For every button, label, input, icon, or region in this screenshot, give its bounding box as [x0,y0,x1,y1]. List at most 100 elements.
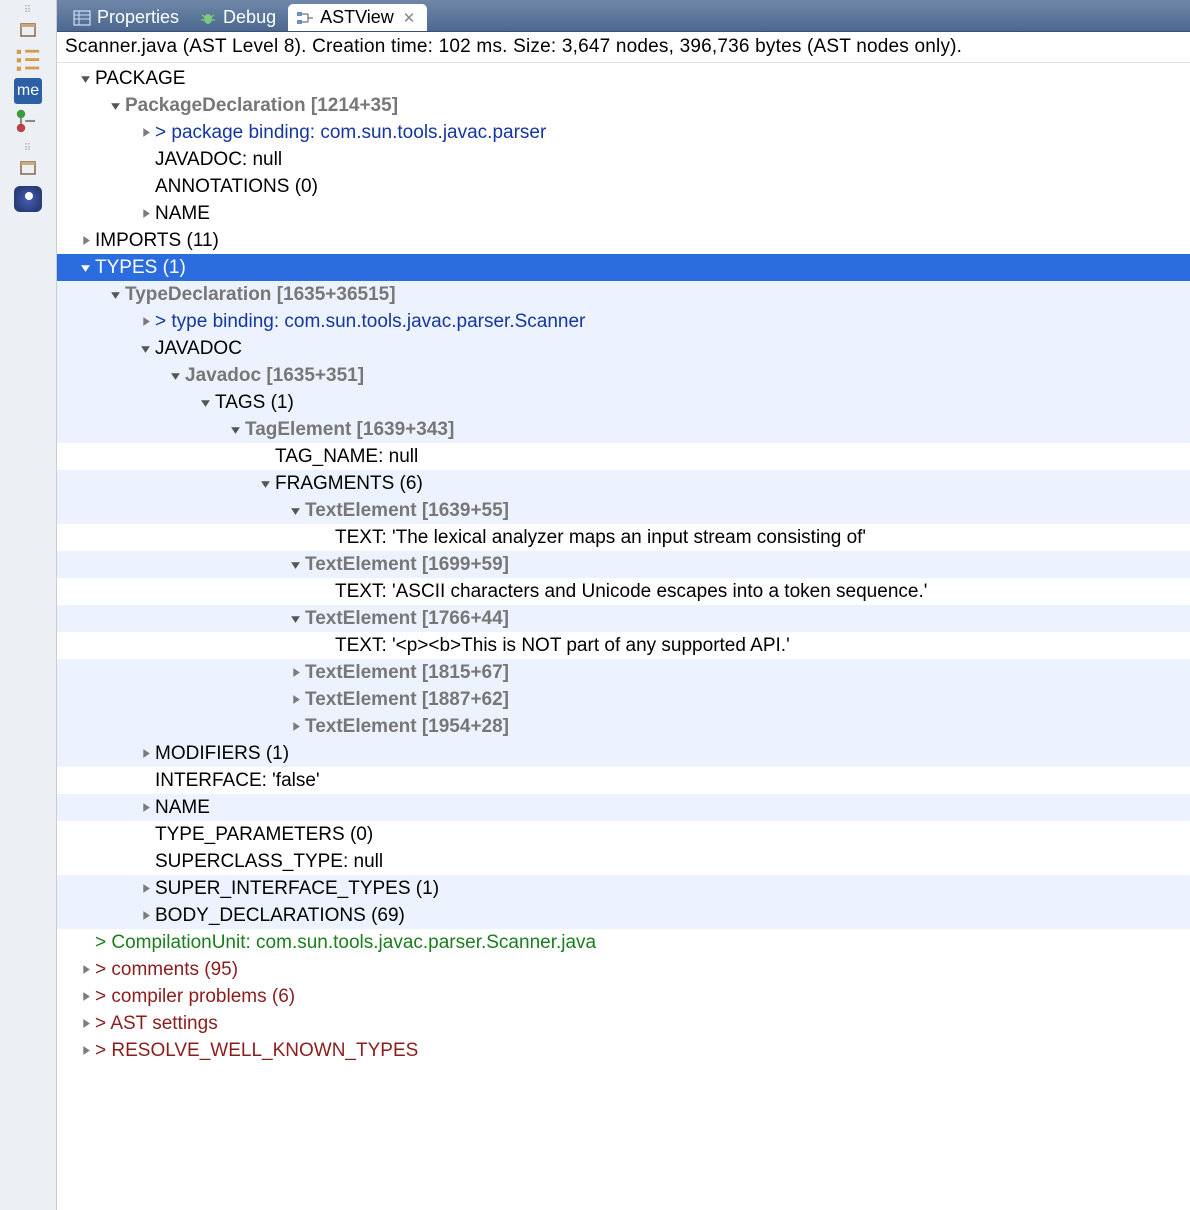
tree-row[interactable]: INTERFACE: 'false' [57,767,1190,794]
expand-icon[interactable] [77,962,93,978]
tree-row[interactable]: TAGS (1) [57,389,1190,416]
expand-icon[interactable] [77,989,93,1005]
tree-row[interactable]: TextElement [1639+55] [57,497,1190,524]
tree-row[interactable]: TEXT: 'The lexical analyzer maps an inpu… [57,524,1190,551]
expand-icon[interactable] [287,503,303,519]
expand-icon[interactable] [287,611,303,627]
tree-row[interactable]: Javadoc [1635+351] [57,362,1190,389]
tree-row[interactable]: NAME [57,794,1190,821]
expand-icon[interactable] [287,692,303,708]
ast-tree[interactable]: PACKAGE PackageDeclaration [1214+35] > p… [57,63,1190,1210]
tab-debug[interactable]: Debug [191,4,288,31]
expand-icon[interactable] [137,881,153,897]
expand-icon[interactable] [137,314,153,330]
tab-properties[interactable]: Properties [65,4,191,31]
icon-gutter: ⠿ me ⠿ [0,0,57,1210]
tree-label: > compiler problems (6) [95,983,295,1010]
hierarchy-icon[interactable] [14,108,42,134]
tree-label: TEXT: 'ASCII characters and Unicode esca… [335,578,927,605]
tree-row[interactable]: ANNOTATIONS (0) [57,173,1190,200]
tab-astview[interactable]: ASTView ✕ [288,4,427,31]
tree-row[interactable]: > CompilationUnit: com.sun.tools.javac.p… [57,929,1190,956]
tree-row[interactable]: TypeDeclaration [1635+36515] [57,281,1190,308]
tree-row[interactable]: NAME [57,200,1190,227]
tree-row[interactable]: TAG_NAME: null [57,443,1190,470]
expand-icon[interactable] [137,125,153,141]
tree-row-selected[interactable]: TYPES (1) [57,254,1190,281]
tree-row[interactable]: SUPER_INTERFACE_TYPES (1) [57,875,1190,902]
tree-label: TextElement [1954+28] [305,713,509,740]
tree-label: > package binding: com.sun.tools.javac.p… [155,119,546,146]
expand-icon[interactable] [197,395,213,411]
tree-row[interactable]: > RESOLVE_WELL_KNOWN_TYPES [57,1037,1190,1064]
tree-label: Javadoc [1635+351] [185,362,364,389]
tree-row[interactable]: > type binding: com.sun.tools.javac.pars… [57,308,1190,335]
tree-row[interactable]: PackageDeclaration [1214+35] [57,92,1190,119]
tree-row[interactable]: TextElement [1699+59] [57,551,1190,578]
tree-row[interactable]: TextElement [1887+62] [57,686,1190,713]
tree-row[interactable]: TYPE_PARAMETERS (0) [57,821,1190,848]
tree-row[interactable]: SUPERCLASS_TYPE: null [57,848,1190,875]
me-icon[interactable]: me [14,78,42,104]
tree-row[interactable]: FRAGMENTS (6) [57,470,1190,497]
expand-icon[interactable] [77,1043,93,1059]
expand-icon[interactable] [77,233,93,249]
expand-icon[interactable] [137,800,153,816]
tree-row[interactable]: TextElement [1815+67] [57,659,1190,686]
tree-row[interactable]: MODIFIERS (1) [57,740,1190,767]
tree-label: PackageDeclaration [1214+35] [125,92,398,119]
tree-label: FRAGMENTS (6) [275,470,423,497]
tree-row[interactable]: > compiler problems (6) [57,983,1190,1010]
expand-icon[interactable] [77,260,93,276]
tree-label: TextElement [1887+62] [305,686,509,713]
tree-label: SUPERCLASS_TYPE: null [155,848,383,875]
tree-row[interactable]: TagElement [1639+343] [57,416,1190,443]
expand-icon[interactable] [227,422,243,438]
tree-row[interactable]: TEXT: 'ASCII characters and Unicode esca… [57,578,1190,605]
drag-handle-icon[interactable]: ⠿ [24,6,32,14]
expand-icon[interactable] [167,368,183,384]
expand-icon[interactable] [107,287,123,303]
tree-label: TYPES (1) [95,254,186,281]
tree-row[interactable]: TextElement [1954+28] [57,713,1190,740]
eye-icon[interactable] [14,186,42,212]
expand-icon[interactable] [137,206,153,222]
bug-icon [199,9,217,27]
tree-label: TEXT: 'The lexical analyzer maps an inpu… [335,524,866,551]
close-icon[interactable]: ✕ [403,9,416,27]
tree-row[interactable]: > comments (95) [57,956,1190,983]
tree-row[interactable]: TextElement [1766+44] [57,605,1190,632]
expand-icon[interactable] [287,719,303,735]
expand-icon[interactable] [77,71,93,87]
drag-handle-icon[interactable]: ⠿ [24,144,32,152]
tree-row[interactable]: JAVADOC [57,335,1190,362]
minimize-icon[interactable] [14,156,42,182]
expand-icon[interactable] [77,1016,93,1032]
tree-label: PACKAGE [95,65,185,92]
tree-label: JAVADOC: null [155,146,282,173]
tree-row[interactable]: BODY_DECLARATIONS (69) [57,902,1190,929]
outline-icon[interactable] [14,48,42,74]
tree-label: TYPE_PARAMETERS (0) [155,821,373,848]
expand-icon[interactable] [287,557,303,573]
tree-row[interactable]: > AST settings [57,1010,1190,1037]
expand-icon[interactable] [287,665,303,681]
minimize-icon[interactable] [14,18,42,44]
tree-row[interactable]: PACKAGE [57,65,1190,92]
tab-label: Properties [97,7,179,28]
expand-icon[interactable] [137,908,153,924]
tree-label: TextElement [1699+59] [305,551,509,578]
expand-icon[interactable] [107,98,123,114]
tree-label: TagElement [1639+343] [245,416,454,443]
expand-icon[interactable] [137,341,153,357]
tree-row[interactable]: > package binding: com.sun.tools.javac.p… [57,119,1190,146]
tree-label: BODY_DECLARATIONS (69) [155,902,405,929]
tree-row[interactable]: TEXT: '<p><b>This is NOT part of any sup… [57,632,1190,659]
tab-label: ASTView [320,7,394,28]
tree-label: TAG_NAME: null [275,443,418,470]
tree-label: TextElement [1639+55] [305,497,509,524]
tree-row[interactable]: IMPORTS (11) [57,227,1190,254]
expand-icon[interactable] [137,746,153,762]
tree-row[interactable]: JAVADOC: null [57,146,1190,173]
expand-icon[interactable] [257,476,273,492]
